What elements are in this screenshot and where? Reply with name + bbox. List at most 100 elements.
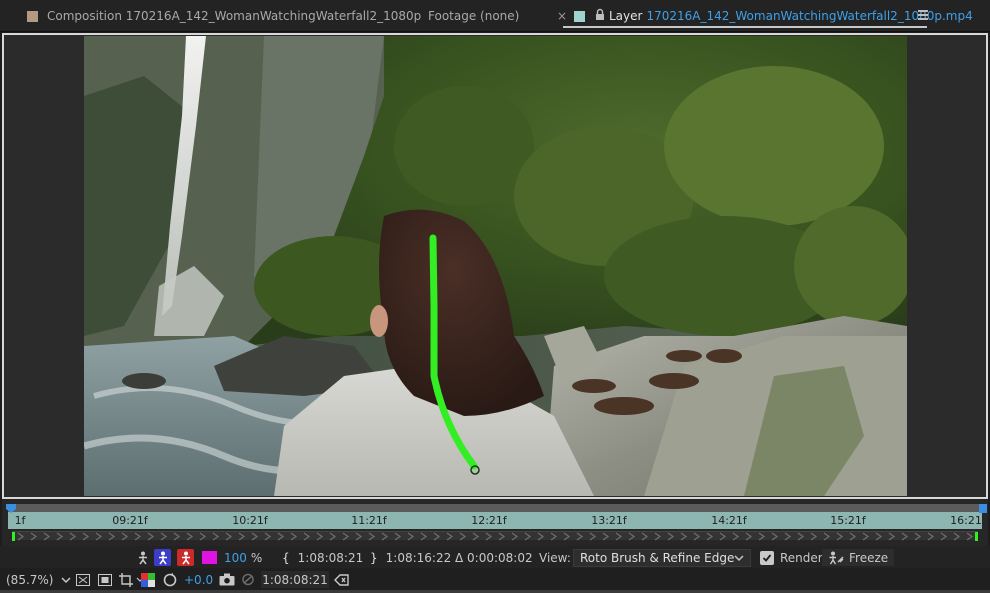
ruler-start-label: 1f xyxy=(14,514,26,527)
propagation-chevron xyxy=(719,532,727,541)
propagation-chevron xyxy=(69,532,77,541)
ruler-tick-label: 15:21f xyxy=(830,514,866,527)
exposure-value[interactable]: +0.0 xyxy=(184,571,213,588)
propagation-chevron xyxy=(862,532,870,541)
roto-brush-tool-button[interactable] xyxy=(134,549,151,566)
tab-footage[interactable]: Footage (none) xyxy=(428,0,519,32)
propagation-chevron xyxy=(667,532,675,541)
render-label: Render xyxy=(780,550,823,565)
footage-frame[interactable] xyxy=(84,36,907,496)
ruler-tick-label: 16:21 xyxy=(950,514,982,527)
propagation-chevron xyxy=(173,532,181,541)
in-point-bracket-icon: { xyxy=(282,550,290,565)
propagation-chevron xyxy=(771,532,779,541)
propagation-chevron xyxy=(498,532,506,541)
resolution-grid-button[interactable] xyxy=(76,571,90,588)
propagation-chevron xyxy=(901,532,909,541)
propagation-chevron xyxy=(927,532,935,541)
out-point-marker[interactable] xyxy=(979,504,987,513)
propagation-chevron xyxy=(940,532,948,541)
propagation-chevron xyxy=(472,532,480,541)
show-background-button[interactable] xyxy=(177,549,194,566)
propagation-chevron xyxy=(888,532,896,541)
propagation-chevron xyxy=(602,532,610,541)
propagation-chevron xyxy=(134,532,142,541)
propagation-chevron xyxy=(797,532,805,541)
propagation-chevron xyxy=(758,532,766,541)
propagation-chevron xyxy=(238,532,246,541)
propagation-chevron xyxy=(511,532,519,541)
layer-viewer[interactable] xyxy=(2,33,988,499)
out-point-group[interactable]: } 1:08:16:22 xyxy=(370,549,451,566)
show-foreground-button[interactable] xyxy=(154,549,171,566)
propagation-chevron xyxy=(849,532,857,541)
current-time-display[interactable]: 1:08:08:21 xyxy=(261,571,329,588)
panel-tab-bar: Composition 170216A_142_WomanWatchingWat… xyxy=(0,0,990,32)
magnification-dropdown[interactable]: (85.7%) xyxy=(6,571,75,588)
render-toggle[interactable]: Render xyxy=(760,549,823,566)
propagation-chevron xyxy=(420,532,428,541)
propagation-chevron xyxy=(82,532,90,541)
camera-icon xyxy=(219,573,235,586)
propagation-chevron xyxy=(290,532,298,541)
propagation-chevron xyxy=(550,532,558,541)
panel-menu-icon[interactable] xyxy=(918,10,928,20)
ruler-tick-label: 12:21f xyxy=(471,514,507,527)
propagation-chevron xyxy=(875,532,883,541)
propagation-chevron xyxy=(745,532,753,541)
propagation-chevron xyxy=(459,532,467,541)
propagation-track[interactable] xyxy=(12,531,978,541)
active-tab-indicator xyxy=(563,26,927,28)
overlay-opacity-value[interactable]: 100 xyxy=(224,551,247,565)
propagation-chevron xyxy=(615,532,623,541)
layer-color-swatch xyxy=(574,10,585,22)
propagation-chevron xyxy=(628,532,636,541)
propagation-chevron xyxy=(394,532,402,541)
propagation-chevron xyxy=(277,532,285,541)
propagation-chevron xyxy=(589,532,597,541)
out-point-bracket-icon: } xyxy=(370,550,378,565)
in-point-value[interactable]: 1:08:08:21 xyxy=(298,551,364,565)
propagation-chevron xyxy=(264,532,272,541)
propagation-chevron xyxy=(953,532,961,541)
snapshot-button[interactable] xyxy=(219,571,235,588)
render-checkbox[interactable] xyxy=(760,550,774,565)
tab-composition[interactable]: Composition 170216A_142_WomanWatchingWat… xyxy=(27,0,421,32)
propagation-chevron xyxy=(225,532,233,541)
freeze-person-icon xyxy=(829,551,844,564)
propagation-chevron xyxy=(706,532,714,541)
in-point-group[interactable]: { 1:08:08:21 xyxy=(282,549,363,566)
overlay-color-button[interactable]: 100 % xyxy=(202,549,262,566)
propagation-chevron xyxy=(654,532,662,541)
propagation-chevron xyxy=(186,532,194,541)
propagation-chevron xyxy=(160,532,168,541)
chevron-down-icon xyxy=(61,576,72,583)
propagation-chevron xyxy=(212,532,220,541)
channel-button[interactable] xyxy=(141,571,155,588)
work-area-bar[interactable] xyxy=(8,504,982,512)
close-tab-icon[interactable]: × xyxy=(557,9,567,23)
reset-exposure-button[interactable] xyxy=(163,571,177,588)
tab-footage-label: Footage (none) xyxy=(428,9,520,23)
checkmark-icon xyxy=(762,553,772,562)
show-snapshot-icon xyxy=(242,573,254,586)
crop-icon xyxy=(119,572,133,587)
out-point-value[interactable]: 1:08:16:22 xyxy=(386,551,452,565)
freeze-button[interactable]: Freeze xyxy=(822,549,895,566)
propagation-chevron xyxy=(576,532,584,541)
scene-image xyxy=(84,36,907,496)
propagation-chevron xyxy=(784,532,792,541)
propagation-chevron xyxy=(17,532,25,541)
region-of-interest-button[interactable] xyxy=(98,571,112,588)
lock-icon[interactable] xyxy=(595,8,605,21)
propagation-chevron xyxy=(680,532,688,541)
roto-brush-toolbar: 100 % { 1:08:08:21 } 1:08:16:22 Δ 0:00:0… xyxy=(0,546,990,568)
propagation-chevron xyxy=(407,532,415,541)
view-dropdown[interactable]: Roto Brush & Refine Edge xyxy=(573,549,751,567)
duration-value: Δ 0:00:08:02 xyxy=(455,550,533,565)
show-snapshot-button[interactable] xyxy=(241,571,255,588)
show-channel-button[interactable] xyxy=(333,571,349,588)
current-time-indicator[interactable] xyxy=(6,504,16,513)
propagation-chevron xyxy=(381,532,389,541)
ruler-tick-label: 13:21f xyxy=(591,514,627,527)
